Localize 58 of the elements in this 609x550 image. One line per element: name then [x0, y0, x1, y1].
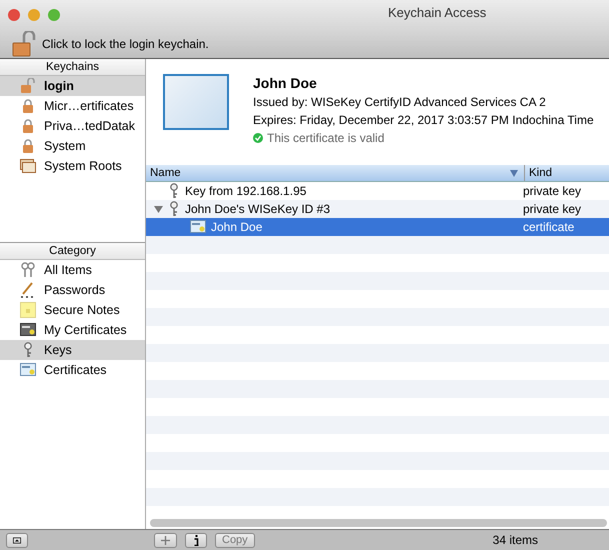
eject-icon — [13, 536, 21, 544]
padlock-icon — [20, 98, 36, 114]
table-cell-text: private key — [522, 202, 582, 216]
keys-icon — [20, 262, 36, 278]
sidebar-item[interactable]: Keys — [0, 340, 145, 360]
key-icon — [168, 201, 180, 217]
status-text: This certificate is valid — [267, 131, 384, 145]
sidebar-item[interactable]: All Items — [0, 260, 145, 280]
info-button[interactable] — [185, 532, 207, 548]
scrollbar[interactable] — [150, 519, 607, 527]
minimize-button[interactable] — [28, 9, 40, 21]
sidebar-item[interactable]: System — [0, 136, 145, 156]
window-title: Keychain Access — [388, 5, 486, 20]
table-row[interactable]: Key from 192.168.1.95 private key — [146, 182, 609, 200]
sidebar-item[interactable]: Passwords — [0, 280, 145, 300]
table-cell: Key from 192.168.1.95 — [185, 184, 306, 198]
expiry-text: Expires: Friday, December 22, 2017 3:03:57 PM Indochina Time — [253, 113, 594, 127]
sidebar-item[interactable]: My Certificates — [0, 320, 145, 340]
section-header: Keychains — [0, 59, 145, 76]
sidebar-item[interactable]: login — [0, 76, 145, 96]
sidebar-item[interactable]: Secure Notes — [0, 300, 145, 320]
sidebar-item[interactable]: Certificates — [0, 360, 145, 380]
note-icon — [20, 302, 36, 318]
add-button[interactable] — [154, 532, 177, 548]
table-cell-text: certificate — [522, 220, 574, 234]
issuer-text: Issued by: WISeKey CertifyID Advanced Services CA 2 — [253, 95, 547, 109]
certificate-stack-icon — [20, 158, 36, 174]
section-header: Category — [0, 243, 145, 260]
table-row[interactable]: John Doe certificate — [146, 218, 609, 236]
sidebar-item[interactable]: Priva…tedDatak — [0, 116, 145, 136]
table-cell: John Doe's WISeKey ID #3 — [185, 202, 330, 216]
lock-label[interactable]: Click to lock the login keychain. — [42, 37, 209, 51]
open-padlock-icon — [20, 78, 36, 94]
plus-icon — [161, 536, 170, 544]
column-header[interactable]: Kind — [525, 165, 552, 181]
certificate-name: John Doe — [253, 75, 318, 91]
padlock-icon — [20, 118, 36, 134]
table-cell: John Doe — [211, 220, 262, 234]
certificate-icon — [20, 363, 36, 377]
sidebar-item[interactable]: System Roots — [0, 156, 145, 176]
key-icon — [168, 183, 180, 199]
padlock-icon — [20, 138, 36, 154]
certificate-icon — [20, 323, 36, 337]
open-padlock-icon[interactable] — [12, 31, 36, 57]
certificate-image — [163, 74, 229, 130]
sort-arrow-icon — [510, 170, 518, 176]
pencil-icon — [20, 282, 36, 298]
info-icon — [194, 534, 198, 546]
column-header[interactable]: Name — [146, 165, 525, 181]
certificate-icon — [190, 220, 206, 234]
toggle-pane-button[interactable] — [6, 532, 28, 548]
sidebar-item[interactable]: Micr…ertificates — [0, 96, 145, 116]
item-count: 34 items — [492, 533, 538, 547]
close-button[interactable] — [8, 9, 20, 21]
table-row[interactable]: John Doe's WISeKey ID #3 private key — [146, 200, 609, 218]
table-cell-text: private key — [522, 184, 582, 198]
disclosure-triangle-icon[interactable] — [154, 204, 163, 214]
zoom-button[interactable] — [48, 9, 60, 21]
